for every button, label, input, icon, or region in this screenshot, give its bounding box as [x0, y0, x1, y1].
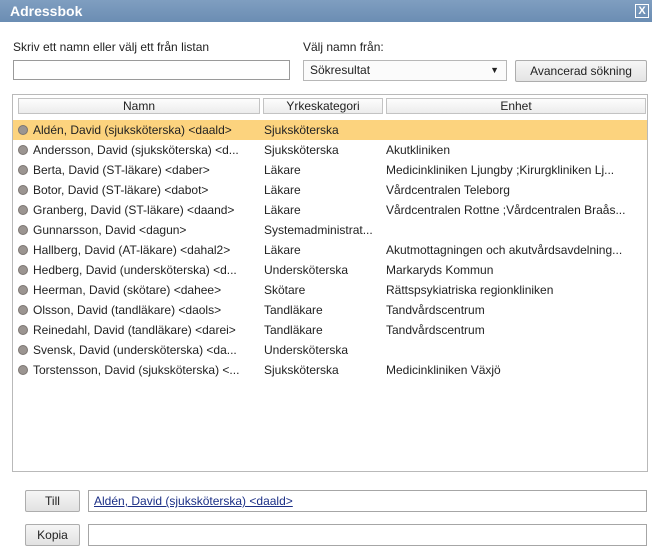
row-category: Systemadministrat... — [264, 223, 373, 237]
row-name: Olsson, David (tandläkare) <daols> — [33, 303, 222, 317]
row-unit: Medicinkliniken Växjö — [386, 363, 501, 377]
source-select[interactable]: Sökresultat ▼ — [303, 60, 507, 81]
list-row[interactable]: Andersson, David (sjuksköterska) <d... S… — [13, 140, 647, 160]
row-category: Sjuksköterska — [264, 123, 339, 137]
search-input[interactable] — [13, 60, 290, 80]
window-title: Adressbok — [10, 3, 83, 19]
advanced-search-button[interactable]: Avancerad sökning — [515, 60, 647, 82]
chevron-down-icon: ▼ — [490, 65, 499, 75]
list-row[interactable]: Berta, David (ST-läkare) <daber> Läkare … — [13, 160, 647, 180]
row-category: Undersköterska — [264, 263, 349, 277]
list-row[interactable]: Botor, David (ST-läkare) <dabot> Läkare … — [13, 180, 647, 200]
to-button[interactable]: Till — [25, 490, 80, 512]
row-name: Svensk, David (undersköterska) <da... — [33, 343, 237, 357]
row-name: Hedberg, David (undersköterska) <d... — [33, 263, 237, 277]
list-row[interactable]: Gunnarsson, David <dagun> Systemadminist… — [13, 220, 647, 240]
status-icon — [18, 325, 28, 335]
row-category: Tandläkare — [264, 323, 323, 337]
row-unit: Vårdcentralen Rottne ;Vårdcentralen Braå… — [386, 203, 626, 217]
row-category: Sjuksköterska — [264, 143, 339, 157]
list-row[interactable]: Aldén, David (sjuksköterska) <daald> Sju… — [13, 120, 647, 140]
row-category: Tandläkare — [264, 303, 323, 317]
list-row[interactable]: Svensk, David (undersköterska) <da... Un… — [13, 340, 647, 360]
column-header-unit[interactable]: Enhet — [386, 98, 646, 114]
row-name: Gunnarsson, David <dagun> — [33, 223, 187, 237]
row-unit: Tandvårdscentrum — [386, 323, 485, 337]
list-row[interactable]: Olsson, David (tandläkare) <daols> Tandl… — [13, 300, 647, 320]
list-row[interactable]: Heerman, David (skötare) <dahee> Skötare… — [13, 280, 647, 300]
row-name: Hallberg, David (AT-läkare) <dahal2> — [33, 243, 231, 257]
status-icon — [18, 345, 28, 355]
status-icon — [18, 365, 28, 375]
close-icon[interactable]: X — [635, 4, 649, 18]
search-label: Skriv ett namn eller välj ett från lista… — [13, 40, 210, 54]
row-unit: Akutkliniken — [386, 143, 451, 157]
list-row[interactable]: Reinedahl, David (tandläkare) <darei> Ta… — [13, 320, 647, 340]
column-header-category[interactable]: Yrkeskategori — [263, 98, 383, 114]
row-category: Sjuksköterska — [264, 363, 339, 377]
status-icon — [18, 265, 28, 275]
list-row[interactable]: Hedberg, David (undersköterska) <d... Un… — [13, 260, 647, 280]
row-name: Heerman, David (skötare) <dahee> — [33, 283, 222, 297]
source-label: Välj namn från: — [303, 40, 384, 54]
row-name: Botor, David (ST-läkare) <dabot> — [33, 183, 209, 197]
row-unit: Rättspsykiatriska regionkliniken — [386, 283, 554, 297]
row-name: Torstensson, David (sjuksköterska) <... — [33, 363, 240, 377]
status-icon — [18, 165, 28, 175]
row-unit: Medicinkliniken Ljungby ;Kirurgkliniken … — [386, 163, 615, 177]
row-category: Undersköterska — [264, 343, 349, 357]
row-name: Andersson, David (sjuksköterska) <d... — [33, 143, 239, 157]
list-row[interactable]: Torstensson, David (sjuksköterska) <... … — [13, 360, 647, 380]
row-category: Läkare — [264, 183, 301, 197]
title-bar[interactable]: Adressbok X — [0, 0, 652, 22]
list-row[interactable]: Hallberg, David (AT-läkare) <dahal2> Läk… — [13, 240, 647, 260]
list-header: Namn Yrkeskategori Enhet — [13, 95, 647, 115]
row-name: Granberg, David (ST-läkare) <daand> — [33, 203, 235, 217]
row-name: Berta, David (ST-läkare) <daber> — [33, 163, 210, 177]
address-book-window: Adressbok X Skriv ett namn eller välj et… — [0, 0, 652, 551]
row-unit: Akutmottagningen och akutvårdsavdelning.… — [386, 243, 623, 257]
status-icon — [18, 145, 28, 155]
status-icon — [18, 185, 28, 195]
column-header-name[interactable]: Namn — [18, 98, 260, 114]
row-category: Läkare — [264, 203, 301, 217]
status-icon — [18, 305, 28, 315]
row-category: Läkare — [264, 243, 301, 257]
row-unit: Markaryds Kommun — [386, 263, 494, 277]
list-row[interactable]: Granberg, David (ST-läkare) <daand> Läka… — [13, 200, 647, 220]
status-icon — [18, 225, 28, 235]
row-category: Skötare — [264, 283, 306, 297]
cc-button[interactable]: Kopia — [25, 524, 80, 546]
row-name: Reinedahl, David (tandläkare) <darei> — [33, 323, 236, 337]
cc-field[interactable] — [88, 524, 647, 546]
to-field[interactable]: Aldén, David (sjuksköterska) <daald> — [88, 490, 647, 512]
contact-list[interactable]: Namn Yrkeskategori Enhet Aldén, David (s… — [12, 94, 648, 472]
status-icon — [18, 245, 28, 255]
row-category: Läkare — [264, 163, 301, 177]
to-recipient-link[interactable]: Aldén, David (sjuksköterska) <daald> — [94, 494, 293, 508]
row-unit: Vårdcentralen Teleborg — [386, 183, 510, 197]
source-select-value: Sökresultat — [310, 63, 371, 77]
row-unit: Tandvårdscentrum — [386, 303, 485, 317]
status-icon — [18, 205, 28, 215]
status-icon — [18, 285, 28, 295]
status-icon — [18, 125, 28, 135]
row-name: Aldén, David (sjuksköterska) <daald> — [33, 123, 232, 137]
